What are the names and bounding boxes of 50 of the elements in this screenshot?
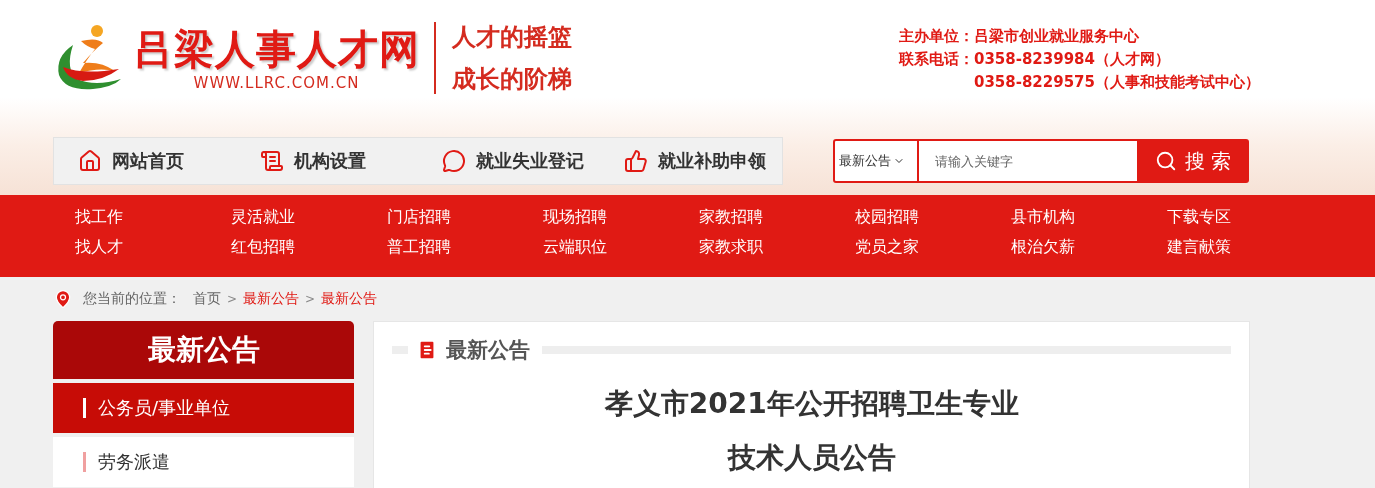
home-icon <box>78 149 102 173</box>
search-icon <box>1154 150 1177 172</box>
menu-link[interactable]: 找工作 <box>75 207 231 229</box>
search-field[interactable]: 请输入关键字 <box>919 139 1137 183</box>
location-pin-icon <box>53 289 73 309</box>
article-title: 技术人员公告 <box>726 440 897 476</box>
menu-link[interactable]: 普工招聘 <box>387 237 543 259</box>
menu-link[interactable]: 党员之家 <box>855 237 1011 259</box>
article-title: 孝义市2021年公开招聘卫生专业 <box>603 386 1020 422</box>
menu-link[interactable]: 现场招聘 <box>543 207 699 229</box>
sidebar-item[interactable]: 劳务派遣 <box>53 437 355 487</box>
contact-label: 主办单位： <box>898 26 974 46</box>
contact-value: 0358-8229575（人事和技能考试中心） <box>973 72 1260 92</box>
slogan: 成长的阶梯 <box>452 64 572 94</box>
site-name: 吕梁人事人才网 <box>133 25 420 74</box>
contact-value: 0358-8239984（人才网） <box>973 49 1171 69</box>
nav-link[interactable]: 机构设置 <box>236 149 418 173</box>
menu-link[interactable]: 红包招聘 <box>231 237 387 259</box>
nav-link[interactable]: 网站首页 <box>54 149 236 173</box>
breadcrumb-link[interactable]: 首页 <box>193 290 221 308</box>
menu-link[interactable]: 家教招聘 <box>699 207 855 229</box>
breadcrumb-label: 您当前的位置： <box>83 290 181 308</box>
menu-link[interactable]: 下载专区 <box>1167 207 1323 229</box>
sidebar-item[interactable]: 公务员/事业单位 <box>53 383 355 433</box>
breadcrumb-separator: > <box>227 292 238 306</box>
menu-link[interactable]: 根治欠薪 <box>1011 237 1167 259</box>
menu-link[interactable]: 家教求职 <box>699 237 855 259</box>
category-select[interactable]: 最新公告 <box>833 139 919 183</box>
contact-value: 吕梁市创业就业服务中心 <box>973 26 1140 46</box>
menu-link[interactable]: 校园招聘 <box>855 207 1011 229</box>
breadcrumb-link[interactable]: 最新公告 <box>243 290 300 308</box>
menu-link[interactable]: 找人才 <box>75 237 231 259</box>
menu-link[interactable]: 县市机构 <box>1011 207 1167 229</box>
menu-link[interactable]: 云端职位 <box>543 237 699 259</box>
site-url: WWW.LLRC.COM.CN <box>193 74 360 92</box>
document-icon <box>260 149 284 173</box>
menu-link[interactable]: 灵活就业 <box>231 207 387 229</box>
thumbs-up-icon <box>624 149 648 173</box>
menu-link[interactable]: 建言献策 <box>1167 237 1323 259</box>
search-button[interactable]: 搜 索 <box>1137 139 1249 183</box>
contact-label: 联系电话： <box>898 49 974 69</box>
nav-link[interactable]: 就业补助申领 <box>600 149 782 173</box>
sidebar-title: 最新公告 <box>53 321 355 379</box>
slogan: 人才的摇篮 <box>452 22 572 52</box>
section-title: 最新公告 <box>446 337 531 364</box>
breadcrumb-link[interactable]: 最新公告 <box>321 290 378 308</box>
nav-link[interactable]: 就业失业登记 <box>418 149 600 173</box>
breadcrumb-separator: > <box>305 292 316 306</box>
chat-icon <box>442 149 466 173</box>
menu-link[interactable]: 门店招聘 <box>387 207 543 229</box>
